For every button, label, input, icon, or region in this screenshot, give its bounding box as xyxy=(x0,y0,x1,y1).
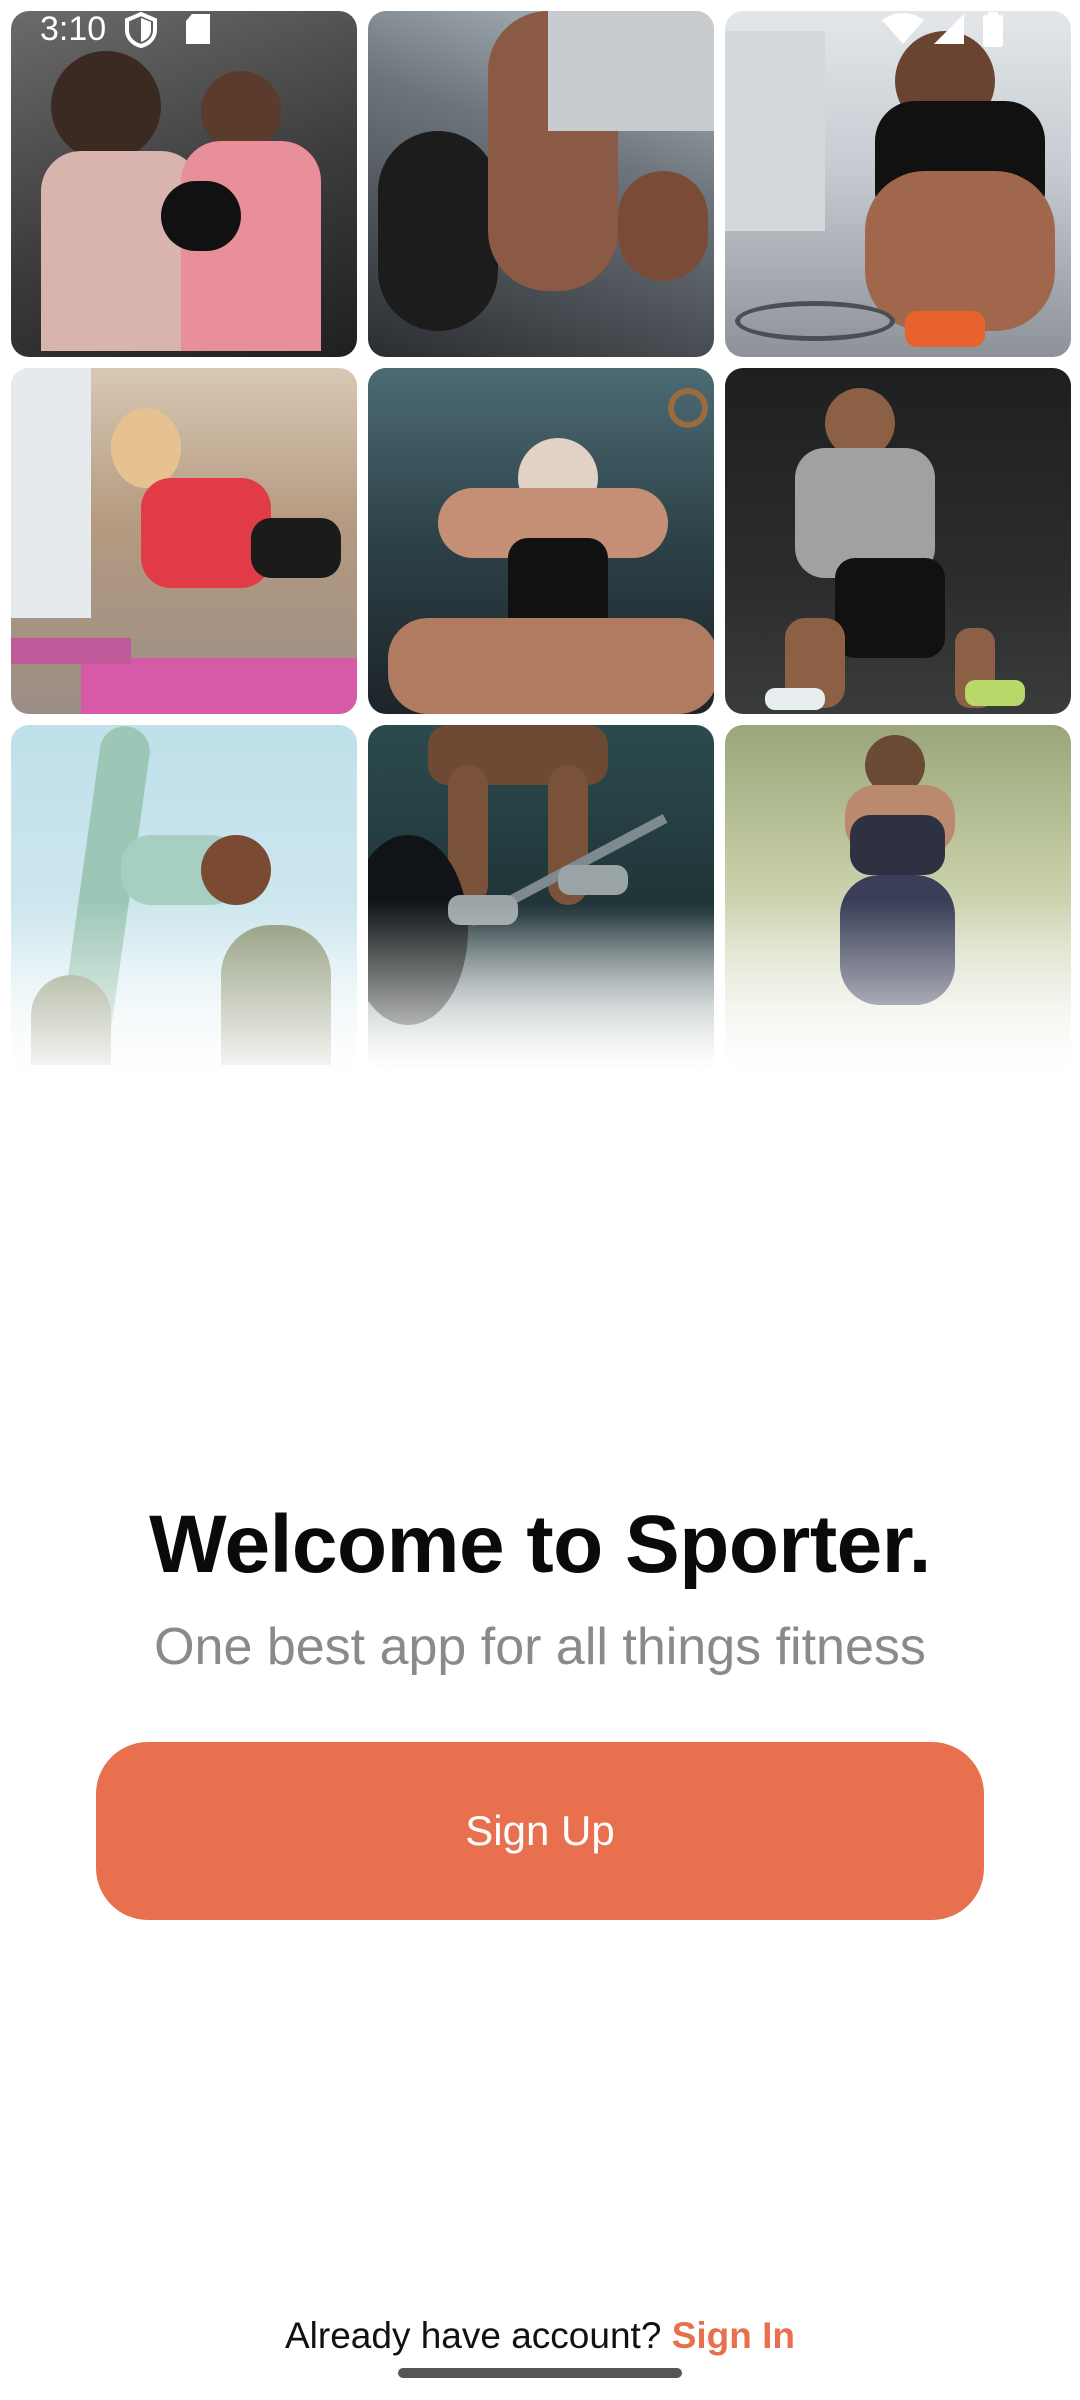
sign-up-button[interactable]: Sign Up xyxy=(96,1742,984,1920)
sign-in-link[interactable]: Sign In xyxy=(672,2315,795,2356)
photo-woman-yoga-stretch xyxy=(11,725,357,1071)
signal-icon xyxy=(934,14,964,44)
photo-dumbbell-grip xyxy=(368,11,714,357)
shield-icon xyxy=(125,12,157,48)
photo-fade-overlay xyxy=(368,901,714,1071)
photo-fade-overlay xyxy=(725,901,1071,1071)
sd-card-icon xyxy=(186,14,210,44)
battery-icon xyxy=(983,12,1003,47)
existing-account-text: Already have account? xyxy=(284,2315,672,2356)
photo-man-lunge xyxy=(725,368,1071,714)
photo-grid xyxy=(11,11,1071,1071)
photo-woman-running xyxy=(725,725,1071,1071)
photo-woman-situp xyxy=(368,368,714,714)
status-bar: 3:10 xyxy=(0,0,1080,60)
photo-fade-overlay xyxy=(11,901,357,1071)
welcome-subtitle: One best app for all things fitness xyxy=(154,1618,926,1676)
welcome-title: Welcome to Sporter. xyxy=(149,1499,931,1590)
home-indicator[interactable] xyxy=(398,2368,682,2378)
wifi-icon xyxy=(882,13,924,44)
welcome-screen: 3:10 Welcome to Sporter. One best app fo… xyxy=(0,0,1080,2400)
photo-man-tying-shoe xyxy=(725,11,1071,357)
status-time: 3:10 xyxy=(40,10,107,48)
photo-barbell-lift xyxy=(368,725,714,1071)
photo-women-boxing xyxy=(11,11,357,357)
photo-woman-mat-exercise xyxy=(11,368,357,714)
sign-in-prompt: Already have account? Sign In xyxy=(0,2315,1080,2357)
